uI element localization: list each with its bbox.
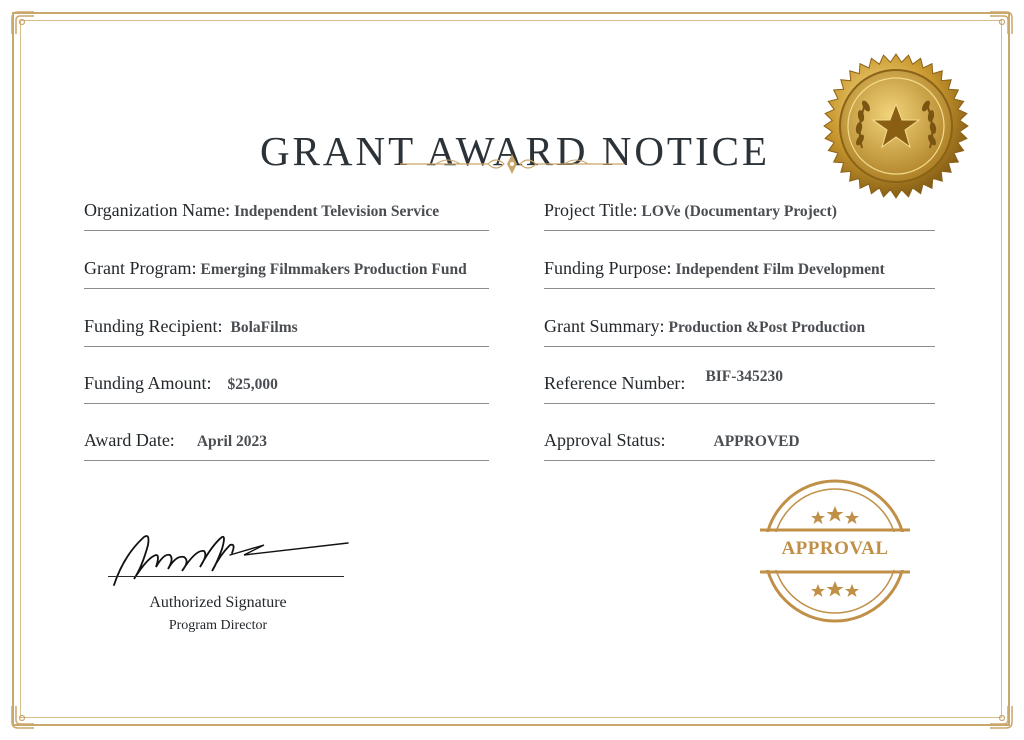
field-value: BIF-345230 — [705, 368, 783, 385]
field-funding-amount: Funding Amount: $25,000 — [84, 373, 489, 404]
signature-label: Authorized Signature — [149, 594, 287, 611]
field-value: BolaFilms — [230, 319, 298, 336]
field-label: Project Title: — [544, 200, 638, 220]
field-label: Grant Summary: — [544, 316, 665, 336]
field-grant-summary: Grant Summary: Production &Post Producti… — [544, 316, 935, 347]
field-value: Independent Film Development — [675, 261, 885, 278]
field-award-date: Award Date: April 2023 — [84, 430, 489, 461]
gold-star-laurel-seal-icon — [823, 53, 969, 199]
field-label: Grant Program: — [84, 258, 197, 278]
field-project-title: Project Title: LOVe (Documentary Project… — [544, 200, 935, 231]
field-label: Funding Amount: — [84, 373, 212, 393]
field-label: Reference Number: — [544, 373, 686, 393]
field-value: Emerging Filmmakers Production Fund — [200, 261, 467, 278]
handwritten-signature-icon — [113, 535, 349, 586]
signature-title: Program Director — [168, 618, 268, 633]
field-value: Production &Post Production — [668, 319, 866, 336]
field-value: Independent Television Service — [234, 203, 440, 220]
signature-line — [108, 576, 344, 577]
field-approval-status: Approval Status: APPROVED — [544, 430, 935, 461]
certificate-page: GRANT AWARD NOTICE Organization Name: In… — [0, 0, 1024, 740]
corner-ornament-icon — [10, 704, 36, 730]
ornamental-divider-icon — [400, 154, 624, 174]
corner-ornament-icon — [988, 704, 1014, 730]
field-funding-purpose: Funding Purpose: Independent Film Develo… — [544, 258, 935, 289]
field-label: Approval Status: — [544, 430, 666, 450]
field-value: April 2023 — [196, 433, 267, 450]
field-label: Funding Purpose: — [544, 258, 672, 278]
field-label: Funding Recipient: — [84, 316, 223, 336]
field-organization-name: Organization Name: Independent Televisio… — [84, 200, 489, 231]
field-value: $25,000 — [227, 376, 278, 393]
field-label: Organization Name: — [84, 200, 231, 220]
corner-ornament-icon — [10, 10, 36, 36]
field-value: LOVe (Documentary Project) — [641, 203, 837, 220]
field-value: APPROVED — [713, 433, 800, 450]
field-funding-recipient: Funding Recipient: BolaFilms — [84, 316, 489, 347]
field-grant-program: Grant Program: Emerging Filmmakers Produ… — [84, 258, 489, 289]
corner-ornament-icon — [988, 10, 1014, 36]
field-label: Award Date: — [84, 430, 175, 450]
field-reference-number: Reference Number: BIF-345230 — [544, 368, 935, 404]
stamp-text: APPROVAL — [781, 538, 889, 559]
